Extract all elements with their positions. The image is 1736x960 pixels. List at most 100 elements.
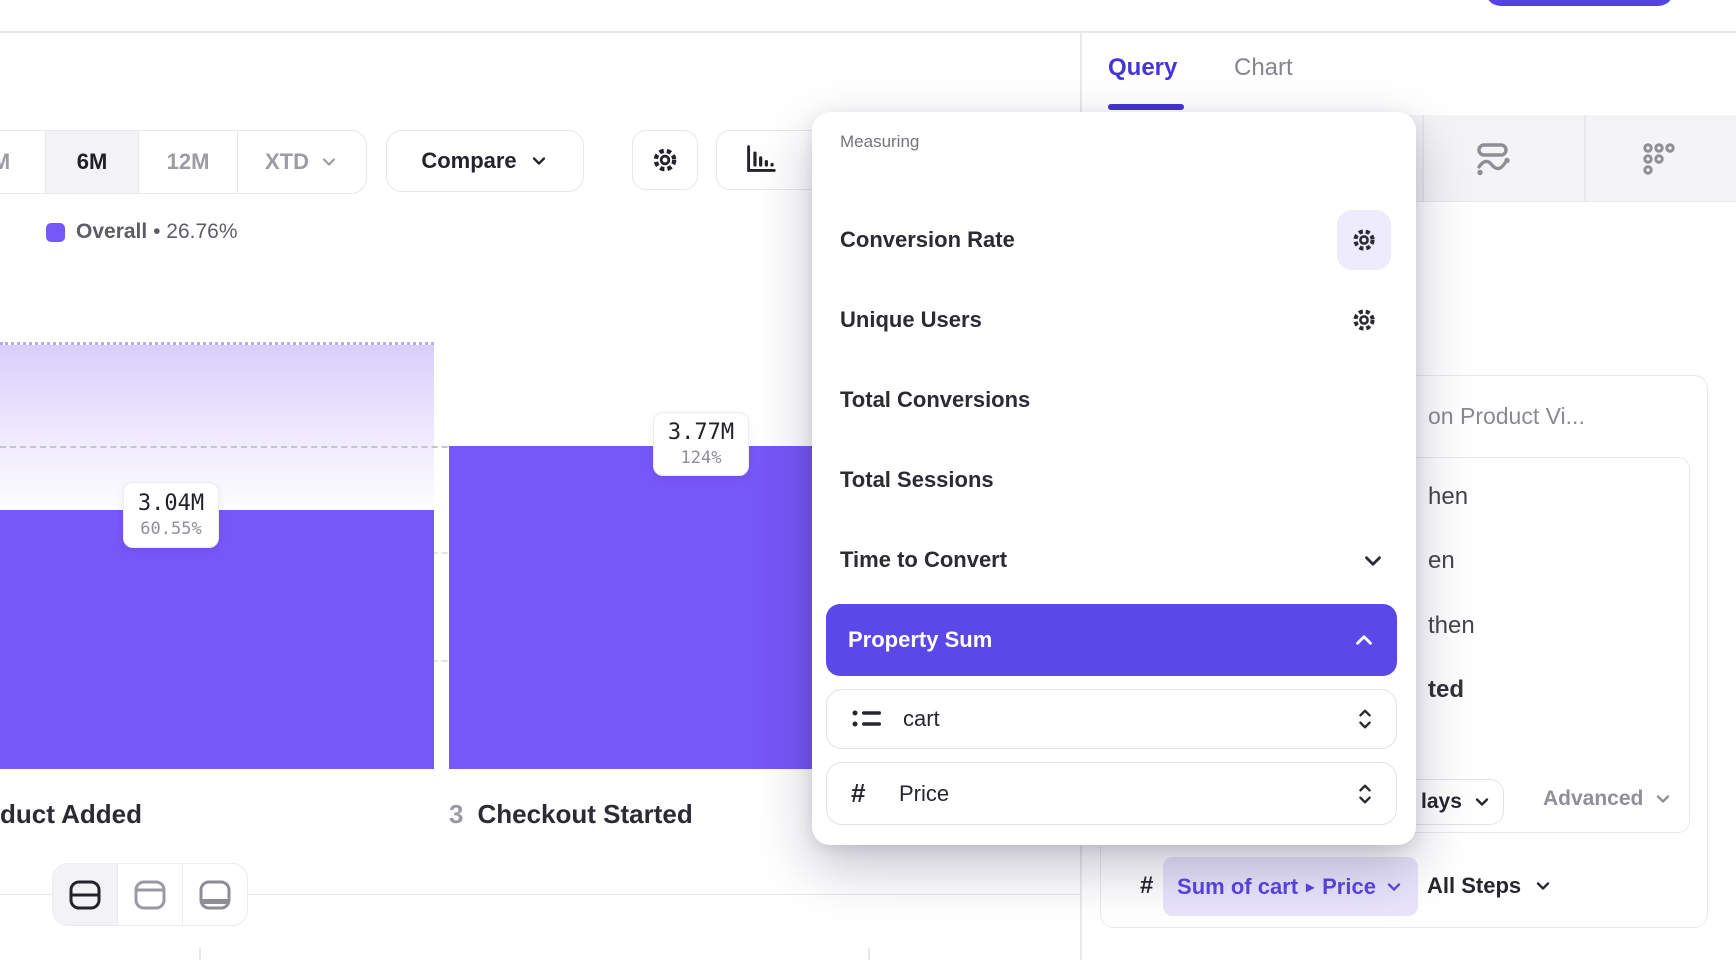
funnel-bar-checkout-started[interactable] <box>449 446 830 769</box>
number-type-icon: # <box>1140 872 1153 900</box>
step-row-fragment: en <box>1428 547 1455 575</box>
step-row-fragment: then <box>1428 612 1475 640</box>
layout-bottom-toggle[interactable] <box>182 864 247 925</box>
step2-name: Checkout Started <box>477 799 692 829</box>
funnel-bar-product-added[interactable] <box>0 510 434 769</box>
compare-label: Compare <box>421 148 516 174</box>
bar2-value: 3.77M <box>668 420 734 445</box>
menu-item-label: Total Conversions <box>840 387 1030 413</box>
bar-value-tooltip: 3.04M 60.55% <box>123 482 219 548</box>
toolbar-divider <box>1584 115 1586 201</box>
menu-item-total-conversions[interactable]: Total Conversions <box>840 384 1030 416</box>
time-range-12m[interactable]: 12M <box>138 131 237 193</box>
bar1-percent: 60.55% <box>140 519 201 539</box>
step-fragment-text: ted <box>1428 676 1464 703</box>
select-updown-icon <box>1354 705 1376 733</box>
apps-menu-button[interactable] <box>1636 136 1682 182</box>
step1-name: duct Added <box>0 799 142 829</box>
chevron-down-icon <box>319 152 339 172</box>
menu-item-total-sessions[interactable]: Total Sessions <box>840 464 994 496</box>
app-window: M 6M 12M XTD Compare Overall • 26.76% <box>0 0 1736 960</box>
chevron-down-icon <box>1533 876 1553 896</box>
menu-item-time-to-convert[interactable]: Time to Convert <box>840 544 1007 576</box>
legend: Overall • 26.76% <box>76 220 238 244</box>
measuring-title-text: Measuring <box>840 132 919 151</box>
legend-label: Overall <box>76 220 147 243</box>
menu-item-label: Total Sessions <box>840 467 994 493</box>
chevron-down-icon <box>1384 877 1404 897</box>
time-range-xtd-label: XTD <box>265 149 309 175</box>
table-column-divider <box>199 948 201 960</box>
chevron-down-icon <box>1653 789 1673 809</box>
gear-icon <box>650 145 680 175</box>
step-fragment-text: hen <box>1428 483 1468 510</box>
primary-action-button[interactable] <box>1485 0 1674 6</box>
time-to-convert-expander[interactable] <box>1360 548 1386 579</box>
conversion-rate-settings-button[interactable] <box>1350 226 1378 259</box>
advanced-label: Advanced <box>1543 787 1643 811</box>
event-property-value: cart <box>903 706 1336 732</box>
list-icon <box>851 707 885 731</box>
flows-wave-icon <box>1472 137 1516 181</box>
active-tab-underline <box>1108 104 1184 110</box>
layout-toggle-group <box>52 863 248 926</box>
bar1-value: 3.04M <box>138 491 204 516</box>
step2-number: 3 <box>449 799 463 829</box>
property-sum-label: Property Sum <box>848 627 992 653</box>
step-row-fragment: hen <box>1428 483 1468 511</box>
all-steps-dropdown[interactable]: All Steps <box>1427 862 1553 910</box>
legend-value: 26.76% <box>166 220 237 243</box>
time-range-segmented-control: M 6M 12M XTD <box>0 130 367 194</box>
chart-settings-button[interactable] <box>632 130 698 190</box>
step-row-fragment: ted <box>1428 676 1464 704</box>
numeric-property-value: Price <box>899 781 1336 807</box>
time-range-6m[interactable]: 6M <box>45 131 138 193</box>
measure-chip-event: Sum of cart <box>1177 874 1298 900</box>
hash-glyph: # <box>1140 872 1153 899</box>
chevron-down-icon <box>529 151 549 171</box>
time-range-xtd[interactable]: XTD <box>237 131 366 193</box>
menu-item-conversion-rate[interactable]: Conversion Rate <box>840 224 1015 256</box>
top-header-bar <box>0 0 1736 33</box>
tab-chart-label: Chart <box>1234 54 1293 81</box>
gear-icon <box>1350 306 1378 334</box>
time-range-12m-label: 12M <box>167 149 210 175</box>
chevron-down-icon <box>1472 792 1492 812</box>
layout-top-icon <box>133 879 167 911</box>
arrow-right-icon: ▸ <box>1306 877 1314 897</box>
conversion-window-label: lays <box>1421 790 1462 814</box>
numeric-property-select[interactable]: # Price <box>826 762 1397 825</box>
step-fragment-text: en <box>1428 547 1455 574</box>
menu-item-label: Time to Convert <box>840 547 1007 573</box>
step-label-product-added: duct Added <box>0 799 142 830</box>
advanced-dropdown[interactable]: Advanced <box>1543 787 1673 811</box>
tab-query-label: Query <box>1108 54 1177 81</box>
time-range-m-label: M <box>0 149 10 175</box>
menu-item-unique-users[interactable]: Unique Users <box>840 304 982 336</box>
step-label-checkout-started: 3 Checkout Started <box>449 799 693 830</box>
step-fragment-text: then <box>1428 612 1475 639</box>
menu-item-label: Conversion Rate <box>840 227 1015 253</box>
layout-split-icon <box>68 879 102 911</box>
layout-top-toggle[interactable] <box>117 864 182 925</box>
measured-property-chip[interactable]: Sum of cart ▸ Price <box>1163 857 1418 916</box>
tab-chart[interactable]: Chart <box>1234 54 1293 82</box>
menu-item-property-sum-selected[interactable]: Property Sum <box>826 604 1397 676</box>
bar-chart-icon <box>739 141 781 179</box>
layout-split-toggle[interactable] <box>53 864 117 925</box>
hash-icon: # <box>851 778 881 809</box>
layout-bottom-icon <box>198 879 232 911</box>
unique-users-settings-button[interactable] <box>1350 306 1378 339</box>
time-range-6m-label: 6M <box>77 149 108 175</box>
gear-icon <box>1350 226 1378 254</box>
event-property-select[interactable]: cart <box>826 689 1397 749</box>
flows-button[interactable] <box>1471 136 1517 182</box>
tab-query[interactable]: Query <box>1108 54 1177 82</box>
card-title-text: on Product Vi... <box>1428 403 1585 429</box>
chevron-up-icon <box>1351 627 1377 653</box>
time-range-m[interactable]: M <box>0 131 45 193</box>
menu-item-label: Unique Users <box>840 307 982 333</box>
select-updown-icon <box>1354 780 1376 808</box>
compare-button[interactable]: Compare <box>386 130 584 192</box>
measure-chip-property: Price <box>1322 874 1376 900</box>
